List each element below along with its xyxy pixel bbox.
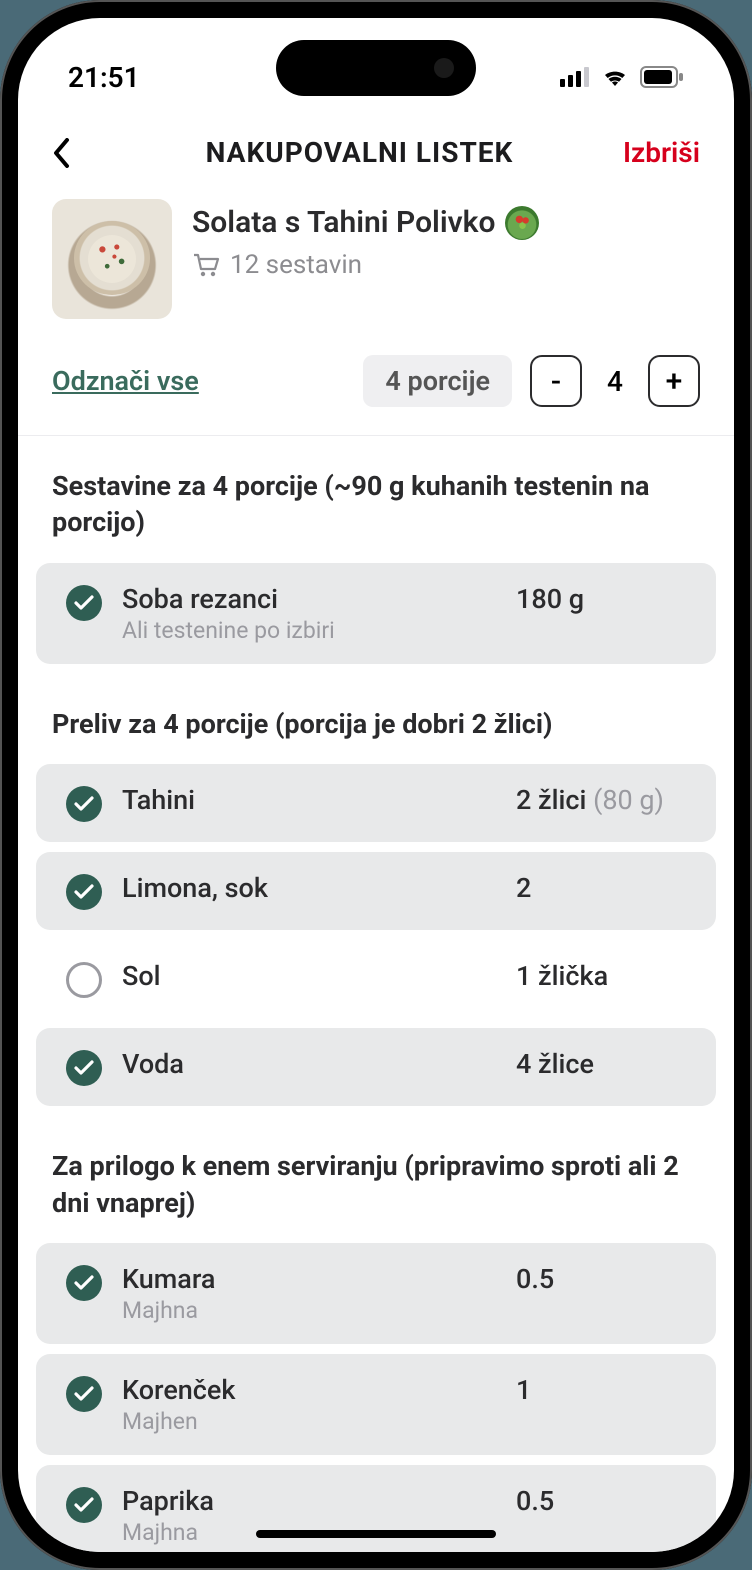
ingredient-body: Tahini 2 žlici (80 g) [122, 784, 686, 816]
ingredient-row[interactable]: KumaraMajhna 0.5 [36, 1243, 716, 1344]
decrement-button[interactable]: - [530, 355, 582, 407]
ingredient-left: Voda [122, 1048, 500, 1080]
salad-icon [505, 206, 539, 240]
recipe-summary: Solata s Tahini Polivko 12 sestavin [18, 195, 734, 319]
nav-bar: NAKUPOVALNI LISTEK Izbriši [18, 118, 734, 195]
portion-count: 4 [600, 365, 630, 398]
cellular-icon [560, 67, 590, 87]
ingredient-row[interactable]: Soba rezanciAli testenine po izbiri 180 g [36, 563, 716, 664]
ingredient-body: Soba rezanciAli testenine po izbiri 180 g [122, 583, 686, 644]
ingredient-amount: 2 žlici (80 g) [516, 784, 686, 816]
ingredient-name: Limona, sok [122, 872, 500, 904]
phone-frame: 21:51 NAKUPOVALNI LISTEK Izbriši [0, 0, 752, 1570]
ingredient-left: Tahini [122, 784, 500, 816]
home-indicator[interactable] [256, 1530, 496, 1538]
checkmark-icon[interactable] [66, 874, 102, 910]
ingredient-name: Tahini [122, 784, 500, 816]
recipe-title-text: Solata s Tahini Polivko [192, 205, 495, 240]
delete-button[interactable]: Izbriši [623, 136, 700, 169]
unchecked-circle-icon[interactable] [66, 962, 102, 998]
battery-icon [640, 66, 684, 88]
ingredient-body: KorenčekMajhen 1 [122, 1374, 686, 1435]
ingredient-note: Majhen [122, 1408, 500, 1435]
ingredient-note: Majhna [122, 1297, 500, 1324]
ingredient-body: KumaraMajhna 0.5 [122, 1263, 686, 1324]
ingredient-amount: 1 [516, 1374, 686, 1435]
ingredient-name: Voda [122, 1048, 500, 1080]
recipe-info: Solata s Tahini Polivko 12 sestavin [192, 199, 700, 280]
ingredient-amount: 0.5 [516, 1263, 686, 1324]
ingredient-left: KumaraMajhna [122, 1263, 500, 1324]
ingredient-name: Kumara [122, 1263, 500, 1295]
checkmark-icon[interactable] [66, 585, 102, 621]
checkmark-icon[interactable] [66, 1376, 102, 1412]
ingredient-amount-sub: (80 g) [586, 784, 664, 816]
checkmark-icon[interactable] [66, 1265, 102, 1301]
notch [276, 40, 476, 96]
deselect-all-button[interactable]: Odznači vse [52, 365, 199, 397]
controls-row: Odznači vse 4 porcije - 4 + [18, 319, 734, 436]
ingredient-row[interactable]: KorenčekMajhen 1 [36, 1354, 716, 1455]
ingredient-amount: 180 g [516, 583, 686, 644]
checkmark-icon[interactable] [66, 786, 102, 822]
ingredient-row[interactable]: PaprikaMajhna0.5 [36, 1465, 716, 1552]
ingredient-row[interactable]: Sol 1 žlička [36, 940, 716, 1018]
back-button[interactable] [52, 138, 96, 168]
page-title: NAKUPOVALNI LISTEK [206, 136, 514, 169]
portion-controls: 4 porcije - 4 + [363, 355, 700, 407]
status-time: 21:51 [68, 61, 140, 94]
ingredient-name: Korenček [122, 1374, 500, 1406]
wifi-icon [600, 66, 630, 88]
section-title: Za prilogo k enem serviranju (pripravimo… [18, 1116, 734, 1243]
checkmark-icon[interactable] [66, 1487, 102, 1523]
ingredients-list[interactable]: Sestavine za 4 porcije (~90 g kuhanih te… [18, 436, 734, 1552]
ingredient-left: KorenčekMajhen [122, 1374, 500, 1435]
recipe-thumbnail[interactable] [52, 199, 172, 319]
ingredient-row[interactable]: Limona, sok 2 [36, 852, 716, 930]
checkmark-icon[interactable] [66, 1050, 102, 1086]
recipe-title: Solata s Tahini Polivko [192, 205, 700, 240]
ingredients-count-text: 12 sestavin [230, 250, 362, 280]
ingredient-body: Voda 4 žlice [122, 1048, 686, 1080]
ingredient-amount: 2 [516, 872, 686, 904]
increment-button[interactable]: + [648, 355, 700, 407]
ingredient-name: Paprika [122, 1485, 500, 1517]
ingredient-left: Sol [122, 960, 500, 992]
ingredient-row[interactable]: Tahini 2 žlici (80 g) [36, 764, 716, 842]
ingredient-left: Soba rezanciAli testenine po izbiri [122, 583, 500, 644]
ingredient-amount: 4 žlice [516, 1048, 686, 1080]
phone-screen: 21:51 NAKUPOVALNI LISTEK Izbriši [18, 18, 734, 1552]
section-title: Preliv za 4 porcije (porcija je dobri 2 … [18, 674, 734, 764]
ingredient-body: Sol 1 žlička [122, 960, 686, 992]
ingredient-name: Sol [122, 960, 500, 992]
ingredient-body: Limona, sok 2 [122, 872, 686, 904]
ingredient-row[interactable]: Voda 4 žlice [36, 1028, 716, 1106]
ingredient-note: Ali testenine po izbiri [122, 617, 500, 644]
section-title: Sestavine za 4 porcije (~90 g kuhanih te… [18, 436, 734, 563]
ingredient-left: Limona, sok [122, 872, 500, 904]
ingredients-count: 12 sestavin [192, 250, 700, 280]
status-right [560, 66, 684, 88]
ingredient-name: Soba rezanci [122, 583, 500, 615]
ingredient-amount: 0.5 [516, 1485, 686, 1546]
cart-icon [192, 252, 220, 278]
portions-badge: 4 porcije [363, 355, 512, 407]
ingredient-amount: 1 žlička [516, 960, 686, 992]
